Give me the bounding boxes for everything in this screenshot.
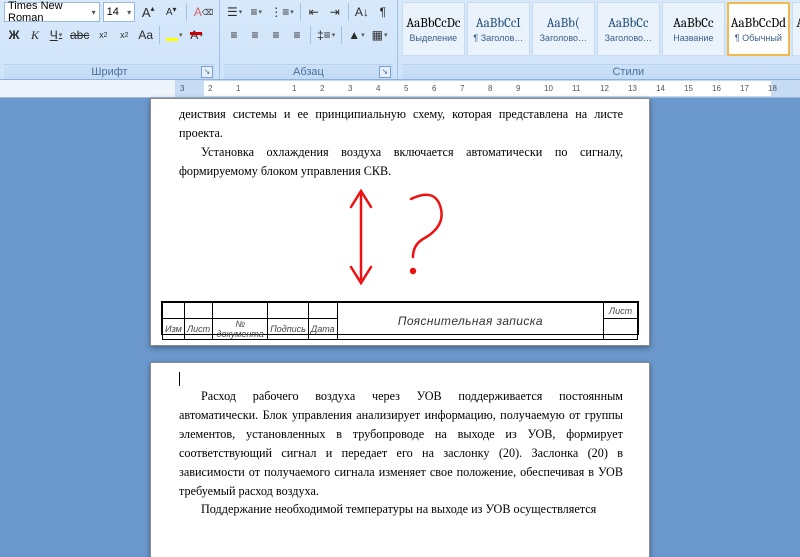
stamp-cell: Изм — [163, 319, 185, 340]
style-label: Название — [665, 33, 722, 43]
stamp-title: Пояснительная записка — [337, 303, 603, 340]
numbering-button[interactable]: ≡▾ — [246, 2, 266, 22]
stamp-cell: Лист — [185, 319, 213, 340]
separator — [300, 3, 301, 21]
user-annotation — [341, 179, 471, 302]
line-spacing-button[interactable]: ‡≡▾ — [314, 25, 338, 45]
shading-button[interactable]: ▲▾ — [345, 25, 367, 45]
grow-font-button[interactable]: A▴ — [138, 2, 158, 22]
document-page[interactable]: Расход рабочего воздуха через УОВ поддер… — [150, 362, 650, 557]
style-item[interactable]: AaBbCcDc Выделение — [402, 2, 465, 56]
body-text[interactable]: Расход рабочего воздуха через УОВ поддер… — [151, 363, 649, 519]
style-label: ¶ Обычный — [731, 33, 786, 43]
stamp-cell: № документа — [213, 319, 268, 340]
shrink-font-button[interactable]: A▾ — [161, 2, 181, 22]
clear-format-button[interactable]: A⌫ — [192, 2, 215, 22]
underline-button[interactable]: Ч▾ — [46, 25, 66, 45]
style-label: Подзаг — [795, 33, 800, 43]
ribbon: Times New Roman ▾ 14 ▾ A▴ A▾ A⌫ Ж К Ч▾ a… — [0, 0, 800, 80]
font-name-combo[interactable]: Times New Roman ▾ — [4, 2, 100, 22]
chevron-down-icon: ▾ — [92, 8, 96, 17]
indent-inc-button[interactable]: ⇥ — [325, 2, 345, 22]
style-preview: AaBbCcDc — [796, 16, 800, 31]
stamp-sheet-label: Лист — [604, 303, 638, 319]
style-item[interactable]: AaBbCcDc Подзаг — [792, 2, 800, 56]
align-left-button[interactable]: ≡ — [224, 25, 244, 45]
horizontal-ruler[interactable]: 321123456789101112131415161718 — [0, 80, 800, 98]
style-preview: AaBb( — [547, 16, 580, 31]
sort-button[interactable]: A↓ — [352, 2, 372, 22]
style-label: Выделение — [405, 33, 462, 43]
styles-gallery[interactable]: AaBbCcDc Выделение AaBbCcI ¶ Заголов… AaBb( З… — [402, 2, 800, 58]
align-center-button[interactable]: ≡ — [245, 25, 265, 45]
separator — [186, 3, 187, 21]
style-preview: AaBbCc — [673, 16, 713, 31]
text-cursor — [179, 372, 180, 386]
font-dialog-launcher[interactable]: ↘ — [201, 66, 213, 78]
paragraph: Расход рабочего воздуха через УОВ поддер… — [179, 387, 623, 500]
subscript-button[interactable]: x2 — [93, 25, 113, 45]
style-preview: AaBbCcDc — [406, 16, 460, 31]
style-item[interactable]: AaBbCcDd ¶ Обычный — [727, 2, 790, 56]
group-font-label: Шрифт ↘ — [4, 64, 215, 79]
font-color-button[interactable]: A▾ — [187, 25, 207, 45]
show-marks-button[interactable]: ¶ — [373, 2, 393, 22]
group-styles: AaBbCcDc Выделение AaBbCcI ¶ Заголов… AaBb( З… — [398, 0, 800, 79]
separator — [348, 3, 349, 21]
chevron-down-icon: ▾ — [127, 8, 131, 17]
style-preview: AaBbCcDd — [731, 16, 786, 31]
superscript-button[interactable]: x2 — [114, 25, 134, 45]
font-name-value: Times New Roman — [8, 0, 92, 24]
style-item[interactable]: AaBbCcI ¶ Заголов… — [467, 2, 530, 56]
paragraph-dialog-launcher[interactable]: ↘ — [379, 66, 391, 78]
group-paragraph: ☰▾ ≡▾ ⋮≡▾ ⇤ ⇥ A↓ ¶ ≡ ≡ ≡ ≡ ‡≡▾ ▲▾ ▦▾ — [220, 0, 398, 79]
group-paragraph-label: Абзац ↘ — [224, 64, 393, 79]
style-item[interactable]: AaBbCc Заголово… — [597, 2, 660, 56]
paragraph: Поддержание необходимой температуры на в… — [179, 500, 623, 519]
italic-button[interactable]: К — [25, 25, 45, 45]
group-styles-label: Стили ↘ — [402, 64, 800, 79]
style-preview: AaBbCc — [608, 16, 648, 31]
style-item[interactable]: AaBbCc Название — [662, 2, 725, 56]
style-label: ¶ Заголов… — [470, 33, 527, 43]
change-case-button[interactable]: Aa — [135, 25, 156, 45]
separator — [310, 26, 311, 44]
separator — [159, 26, 160, 44]
style-label: Заголово… — [535, 33, 592, 43]
separator — [341, 26, 342, 44]
strike-button[interactable]: abc — [67, 25, 92, 45]
multilevel-button[interactable]: ⋮≡▾ — [267, 2, 297, 22]
indent-dec-button[interactable]: ⇤ — [304, 2, 324, 22]
document-workspace[interactable]: 321123456789101112131415161718 деиствия … — [0, 80, 800, 557]
bold-button[interactable]: Ж — [4, 25, 24, 45]
style-item[interactable]: AaBb( Заголово… — [532, 2, 595, 56]
stamp-cell: Подпись — [268, 319, 309, 340]
bullets-button[interactable]: ☰▾ — [224, 2, 245, 22]
style-label: Заголово… — [600, 33, 657, 43]
title-block: Пояснительная записка Лист Изм Лист № до… — [161, 301, 639, 335]
font-size-combo[interactable]: 14 ▾ — [103, 2, 136, 22]
document-page[interactable]: деиствия системы и ее принципиальную схе… — [150, 98, 650, 346]
highlight-button[interactable]: ▾ — [163, 25, 186, 45]
align-justify-button[interactable]: ≡ — [287, 25, 307, 45]
paragraph: деиствия системы и ее принципиальную схе… — [179, 105, 623, 143]
stamp-cell: Дата — [308, 319, 337, 340]
paragraph: Установка охлаждения воздуха включается … — [179, 143, 623, 181]
style-preview: AaBbCcI — [476, 16, 521, 31]
borders-button[interactable]: ▦▾ — [369, 25, 391, 45]
body-text[interactable]: деиствия системы и ее принципиальную схе… — [151, 99, 649, 181]
font-size-value: 14 — [107, 6, 119, 18]
group-font: Times New Roman ▾ 14 ▾ A▴ A▾ A⌫ Ж К Ч▾ a… — [0, 0, 220, 79]
align-right-button[interactable]: ≡ — [266, 25, 286, 45]
